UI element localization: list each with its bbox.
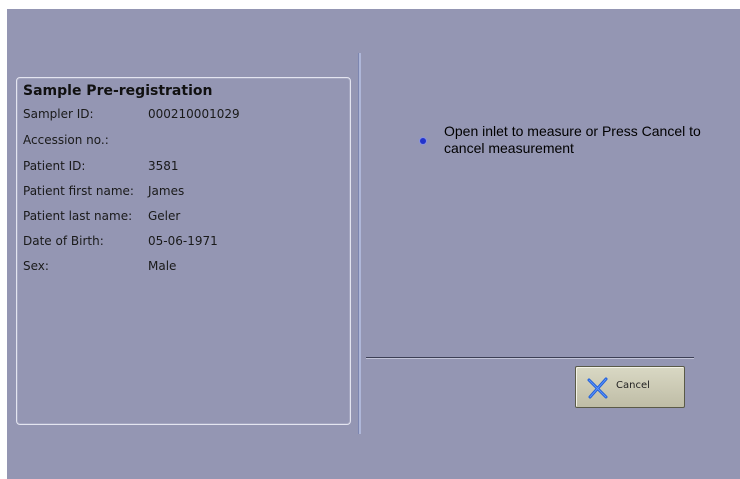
sample-preregistration-panel: Sample Pre-registration Sampler ID: 0002…: [16, 77, 351, 425]
instruction-text: Open inlet to measure or Press Cancel to…: [444, 123, 701, 156]
cancel-button[interactable]: Cancel: [575, 366, 685, 408]
field-row-sampler-id: Sampler ID: 000210001029: [23, 107, 343, 127]
instrument-screen: Sample Pre-registration Sampler ID: 0002…: [7, 9, 740, 479]
field-value: 05-06-1971: [148, 234, 218, 248]
field-row-patient-last-name: Patient last name: Geler: [23, 209, 343, 229]
field-label: Sampler ID:: [23, 107, 94, 121]
field-row-accession-no: Accession no.:: [23, 133, 343, 153]
field-label: Sex:: [23, 259, 49, 273]
x-icon: [587, 377, 608, 399]
field-label: Patient first name:: [23, 184, 134, 198]
field-label: Patient ID:: [23, 159, 86, 173]
field-value: James: [148, 184, 185, 198]
field-row-patient-first-name: Patient first name: James: [23, 184, 343, 204]
bullet-icon: [420, 138, 426, 144]
field-value: Male: [148, 259, 177, 273]
vertical-divider: [358, 53, 361, 434]
field-row-sex: Sex: Male: [23, 259, 343, 279]
cancel-button-label: Cancel: [616, 380, 650, 391]
field-label: Accession no.:: [23, 133, 109, 147]
field-row-patient-id: Patient ID: 3581: [23, 159, 343, 179]
field-row-date-of-birth: Date of Birth: 05-06-1971: [23, 234, 343, 254]
field-label: Patient last name:: [23, 209, 133, 223]
horizontal-divider: [366, 357, 694, 359]
field-value: Geler: [148, 209, 181, 223]
field-value: 000210001029: [148, 107, 240, 121]
field-label: Date of Birth:: [23, 234, 104, 248]
field-value: 3581: [148, 159, 179, 173]
panel-title: Sample Pre-registration: [23, 83, 213, 99]
